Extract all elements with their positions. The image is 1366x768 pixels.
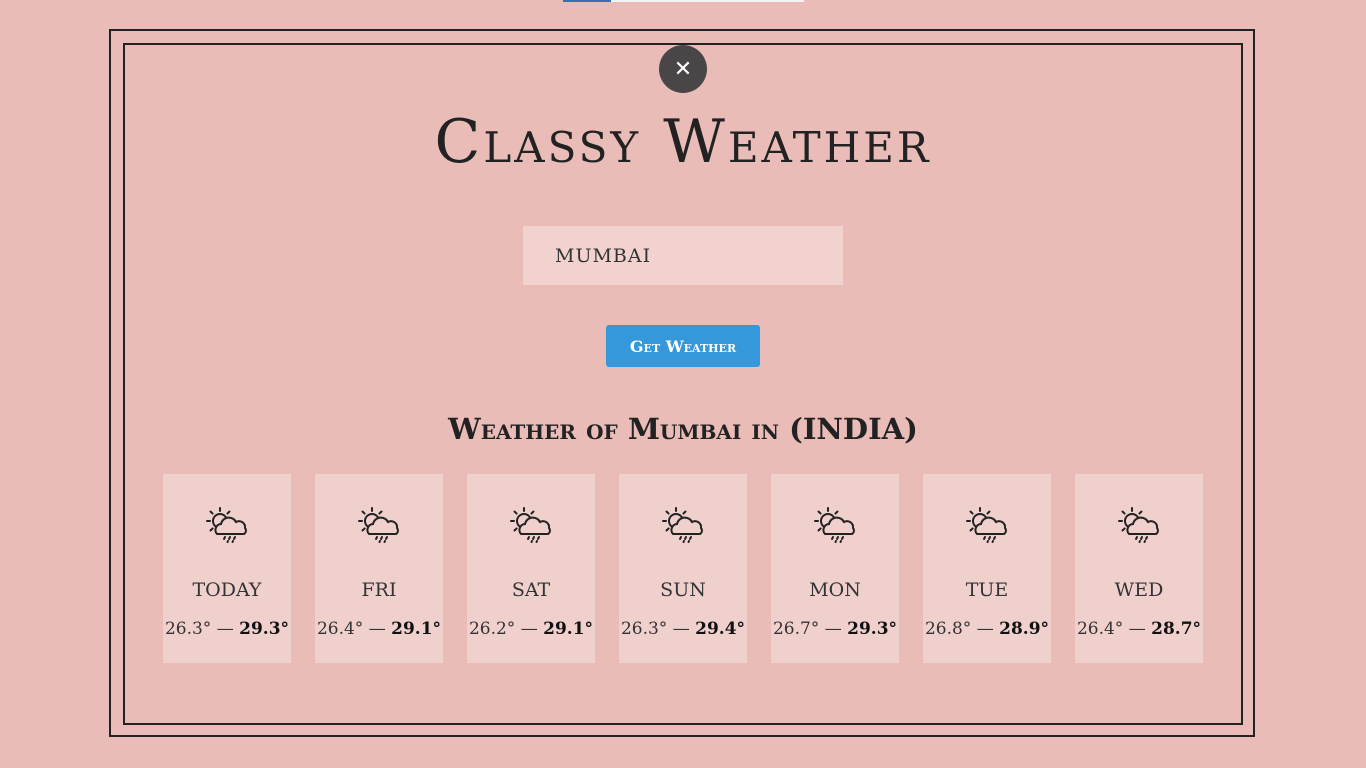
browser-top-strip — [563, 0, 804, 2]
top-strip-light — [611, 0, 804, 2]
forecast-temp-separator: — — [520, 619, 538, 639]
forecast-temp-separator: — — [1128, 619, 1146, 639]
forecast-day-name: SUN — [660, 579, 706, 601]
forecast-min-temp: 26.2° — [468, 619, 516, 639]
forecast-temp-separator: — — [368, 619, 386, 639]
forecast-day-name: MON — [809, 579, 861, 601]
forecast-max-temp: 28.7° — [1151, 619, 1202, 639]
forecast-day-name: FRI — [361, 579, 397, 601]
location-search-input[interactable] — [523, 226, 843, 285]
forecast-temps: 26.2° — 29.1° — [467, 617, 595, 641]
sun-cloud-rain-icon — [662, 507, 703, 543]
forecast-min-temp: 26.4° — [1076, 619, 1124, 639]
sun-cloud-rain-icon — [966, 507, 1007, 543]
forecast-max-temp: 29.1° — [391, 619, 442, 639]
forecast-temp-separator: — — [216, 619, 234, 639]
forecast-temp-separator: — — [672, 619, 690, 639]
forecast-day-name: WED — [1114, 579, 1164, 601]
forecast-card: WED 26.4° — 28.7° — [1075, 474, 1203, 663]
forecast-max-temp: 28.9° — [999, 619, 1050, 639]
sun-cloud-rain-icon — [1118, 507, 1159, 543]
forecast-card: MON 26.7° — 29.3° — [771, 474, 899, 663]
forecast-max-temp: 29.1° — [543, 619, 594, 639]
forecast-card: SAT 26.2° — 29.1° — [467, 474, 595, 663]
forecast-max-temp: 29.3° — [847, 619, 898, 639]
top-strip-accent — [563, 0, 611, 2]
sun-cloud-rain-icon — [510, 507, 551, 543]
forecast-card: TUE 26.8° — 28.9° — [923, 474, 1051, 663]
get-weather-button[interactable]: Get Weather — [606, 325, 760, 367]
forecast-temps: 26.8° — 28.9° — [923, 617, 1051, 641]
forecast-temp-separator: — — [976, 619, 994, 639]
forecast-min-temp: 26.8° — [924, 619, 972, 639]
forecast-temps: 26.3° — 29.4° — [619, 617, 747, 641]
forecast-min-temp: 26.3° — [164, 619, 212, 639]
forecast-max-temp: 29.3° — [239, 619, 290, 639]
close-icon: ✕ — [673, 56, 693, 82]
forecast-min-temp: 26.7° — [772, 619, 820, 639]
app-title: Classy Weather — [434, 107, 932, 177]
forecast-temp-separator: — — [824, 619, 842, 639]
sun-cloud-rain-icon — [814, 507, 855, 543]
forecast-min-temp: 26.4° — [316, 619, 364, 639]
location-heading: Weather of Mumbai in (INDIA) — [448, 412, 918, 446]
forecast-day-name: TODAY — [192, 579, 262, 601]
forecast-temps: 26.4° — 29.1° — [315, 617, 443, 641]
forecast-min-temp: 26.3° — [620, 619, 668, 639]
sun-cloud-rain-icon — [358, 507, 399, 543]
close-button[interactable]: ✕ — [659, 45, 707, 93]
forecast-temps: 26.4° — 28.7° — [1075, 617, 1203, 641]
forecast-card: FRI 26.4° — 29.1° — [315, 474, 443, 663]
forecast-day-name: TUE — [965, 579, 1009, 601]
forecast-max-temp: 29.4° — [695, 619, 746, 639]
sun-cloud-rain-icon — [206, 507, 247, 543]
forecast-temps: 26.3° — 29.3° — [163, 617, 291, 641]
forecast-card: TODAY 26.3° — 29.3° — [163, 474, 291, 663]
forecast-temps: 26.7° — 29.3° — [771, 617, 899, 641]
forecast-card: SUN 26.3° — 29.4° — [619, 474, 747, 663]
forecast-day-name: SAT — [511, 579, 551, 601]
